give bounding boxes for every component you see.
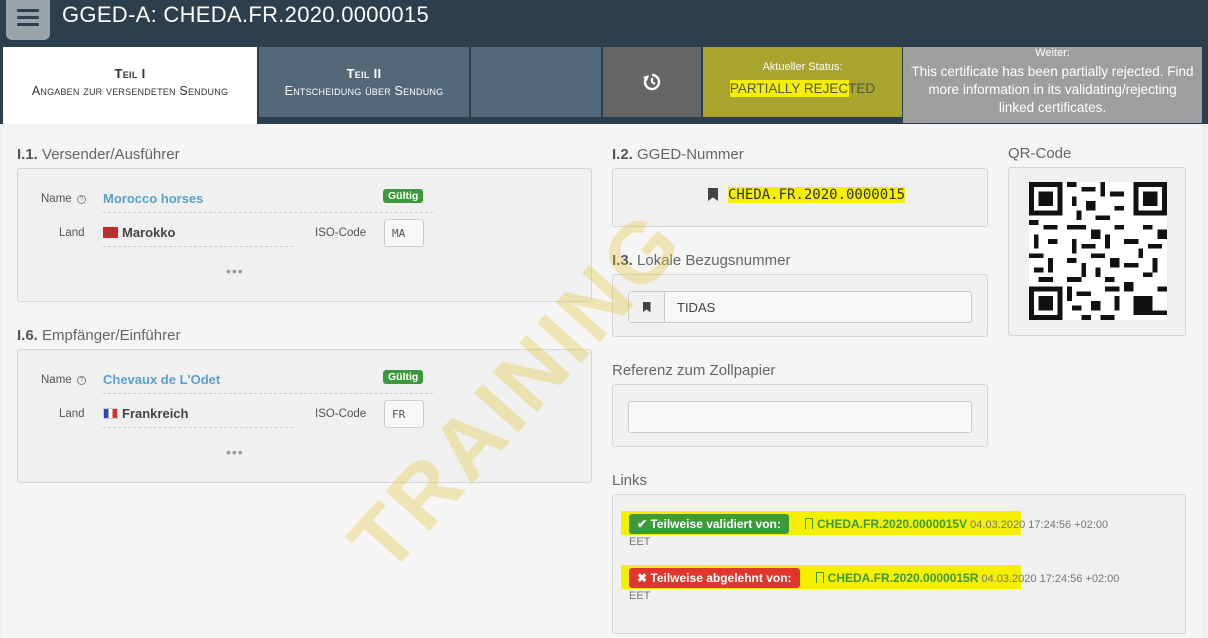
active-tab-indicator xyxy=(3,117,257,124)
iso-code-field: MA xyxy=(384,219,424,247)
next-step-label: Weiter: xyxy=(1035,47,1070,59)
tab-teil-1-subtitle: Angaben zur versendeten Sendung xyxy=(31,84,229,98)
status-value: PARTIALLY REJECTED xyxy=(729,80,876,97)
links-panel: ✔ Teilweise validiert von: CHEDA.FR.2020… xyxy=(612,494,1186,634)
help-icon[interactable]: ? xyxy=(76,376,86,385)
bookmark-icon xyxy=(805,518,814,529)
section-label: Lokale Bezugsnummer xyxy=(637,252,791,269)
bookmark-icon xyxy=(642,301,651,313)
section-label: Empfänger/Einführer xyxy=(42,327,181,344)
customs-ref-field xyxy=(628,401,972,433)
iso-code-field: FR xyxy=(384,400,424,428)
customs-ref-panel xyxy=(612,384,988,447)
history-button[interactable] xyxy=(603,47,701,117)
next-step-panel: Weiter: This certificate has been partia… xyxy=(903,47,1202,123)
history-icon xyxy=(643,73,661,91)
iso-label: ISO-Code xyxy=(315,227,367,239)
link-date: 04.03.2020 17:24:56 +02:00 xyxy=(970,519,1109,531)
name-label: Name ? xyxy=(41,374,86,386)
consignee-panel: Name ? Chevaux de L'Odet Gültig Land Fra… xyxy=(17,349,592,483)
status-label: Aktueller Status: xyxy=(762,61,843,73)
link-row: ✔ Teilweise validiert von: CHEDA.FR.2020… xyxy=(629,514,1189,548)
main-content: I.1. Versender/Ausführer Name ? Morocco … xyxy=(3,124,1202,638)
section-title-customs-ref: Referenz zum Zollpapier xyxy=(612,362,776,379)
local-ref-field: TIDAS xyxy=(628,291,972,323)
flag-morocco-icon xyxy=(103,227,118,238)
bookmark-icon xyxy=(815,572,824,583)
link-row: ✖ Teilweise abgelehnt von: CHEDA.FR.2020… xyxy=(629,568,1189,602)
tab-teil-2-title: Teil II xyxy=(346,66,382,81)
bookmark-addon xyxy=(629,292,665,322)
tab-empty xyxy=(471,47,601,117)
gged-number-value: CHEDA.FR.2020.0000015 xyxy=(708,187,906,203)
country-label: Land xyxy=(59,227,85,239)
link-timezone: EET xyxy=(629,590,651,602)
section-number: I.2. xyxy=(612,146,633,163)
valid-badge: Gültig xyxy=(383,370,424,384)
section-number: I.3. xyxy=(612,252,633,269)
section-title-qr: QR-Code xyxy=(1008,145,1072,162)
linked-certificate-link[interactable]: CHEDA.FR.2020.0000015V xyxy=(805,517,967,531)
name-label: Name ? xyxy=(41,193,86,205)
hamburger-icon xyxy=(17,5,39,30)
iso-label: ISO-Code xyxy=(315,408,367,420)
link-date: 04.03.2020 17:24:56 +02:00 xyxy=(981,573,1120,585)
tab-teil-2-subtitle: Entscheidung über Sendung xyxy=(284,84,444,98)
country-label: Land xyxy=(59,408,85,420)
more-dots-button[interactable]: ••• xyxy=(226,263,244,279)
link-timezone: EET xyxy=(629,536,651,548)
bookmark-icon xyxy=(708,188,718,201)
local-ref-value: TIDAS xyxy=(677,299,716,315)
tab-bar: Teil I Angaben zur versendeten Sendung T… xyxy=(0,47,1208,124)
tab-teil-1-title: Teil I xyxy=(114,66,146,81)
section-title-local-ref: I.3. Lokale Bezugsnummer xyxy=(612,252,790,269)
status-panel: Aktueller Status: PARTIALLY REJECTED xyxy=(703,47,902,117)
local-ref-panel: TIDAS xyxy=(612,274,988,337)
section-label: GGED-Nummer xyxy=(637,146,744,163)
rejected-badge: ✖ Teilweise abgelehnt von: xyxy=(629,568,800,588)
section-label: Versender/Ausführer xyxy=(42,146,180,163)
page-title: GGED-A: CHEDA.FR.2020.0000015 xyxy=(62,2,429,27)
validated-badge: ✔ Teilweise validiert von: xyxy=(629,514,789,534)
more-dots-button[interactable]: ••• xyxy=(226,444,244,460)
next-step-text: This certificate has been partially reje… xyxy=(911,64,1194,115)
linked-certificate-link[interactable]: CHEDA.FR.2020.0000015R xyxy=(815,571,978,585)
section-number: I.1. xyxy=(17,146,38,163)
section-number: I.6. xyxy=(17,327,38,344)
consignor-country: Marokko xyxy=(103,225,293,247)
help-icon[interactable]: ? xyxy=(76,195,86,204)
tab-teil-2[interactable]: Teil II Entscheidung über Sendung xyxy=(259,47,469,117)
section-title-consignor: I.1. Versender/Ausführer xyxy=(17,146,180,163)
gged-number-panel: CHEDA.FR.2020.0000015 xyxy=(612,168,988,227)
qr-code-icon xyxy=(1029,182,1167,320)
tab-teil-1[interactable]: Teil I Angaben zur versendeten Sendung xyxy=(3,47,257,117)
valid-badge: Gültig xyxy=(383,189,424,203)
app-header: GGED-A: CHEDA.FR.2020.0000015 xyxy=(0,0,1208,47)
consignor-panel: Name ? Morocco horses Gültig Land Marokk… xyxy=(17,168,592,302)
flag-france-icon xyxy=(103,408,118,419)
section-title-gged-number: I.2. GGED-Nummer xyxy=(612,146,744,163)
section-title-consignee: I.6. Empfänger/Einführer xyxy=(17,327,180,344)
consignee-country: Frankreich xyxy=(103,406,293,428)
section-title-links: Links xyxy=(612,472,648,489)
menu-button[interactable] xyxy=(6,0,50,40)
qr-panel xyxy=(1008,167,1186,336)
